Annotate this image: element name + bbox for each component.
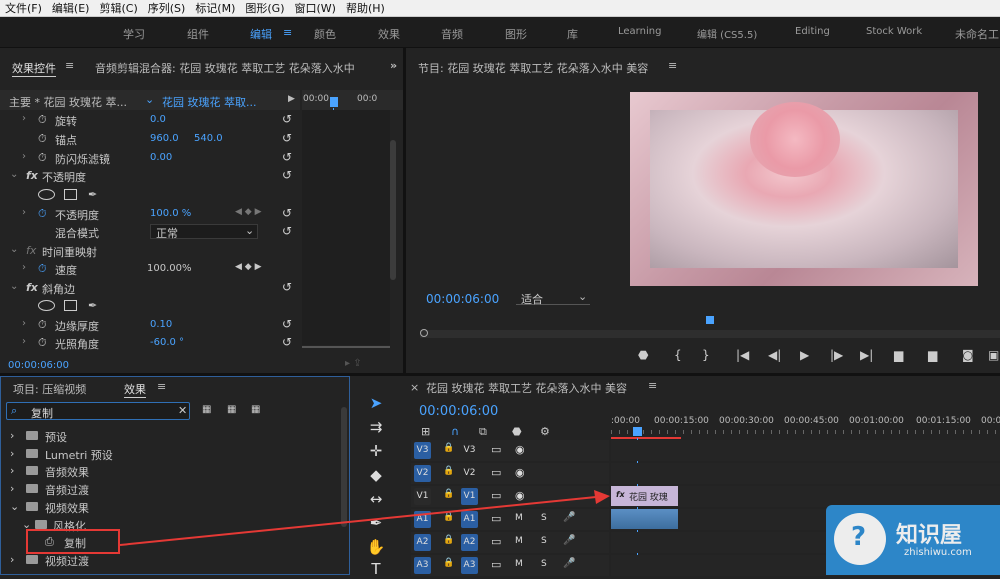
watermark: ? 知识屋 zhishiwu.com bbox=[826, 505, 1000, 575]
annotation-arrow bbox=[119, 490, 610, 546]
watermark-name: 知识屋 bbox=[896, 523, 963, 548]
watermark-logo-icon: ? bbox=[834, 513, 886, 565]
watermark-url: zhishiwu.com bbox=[904, 547, 972, 558]
